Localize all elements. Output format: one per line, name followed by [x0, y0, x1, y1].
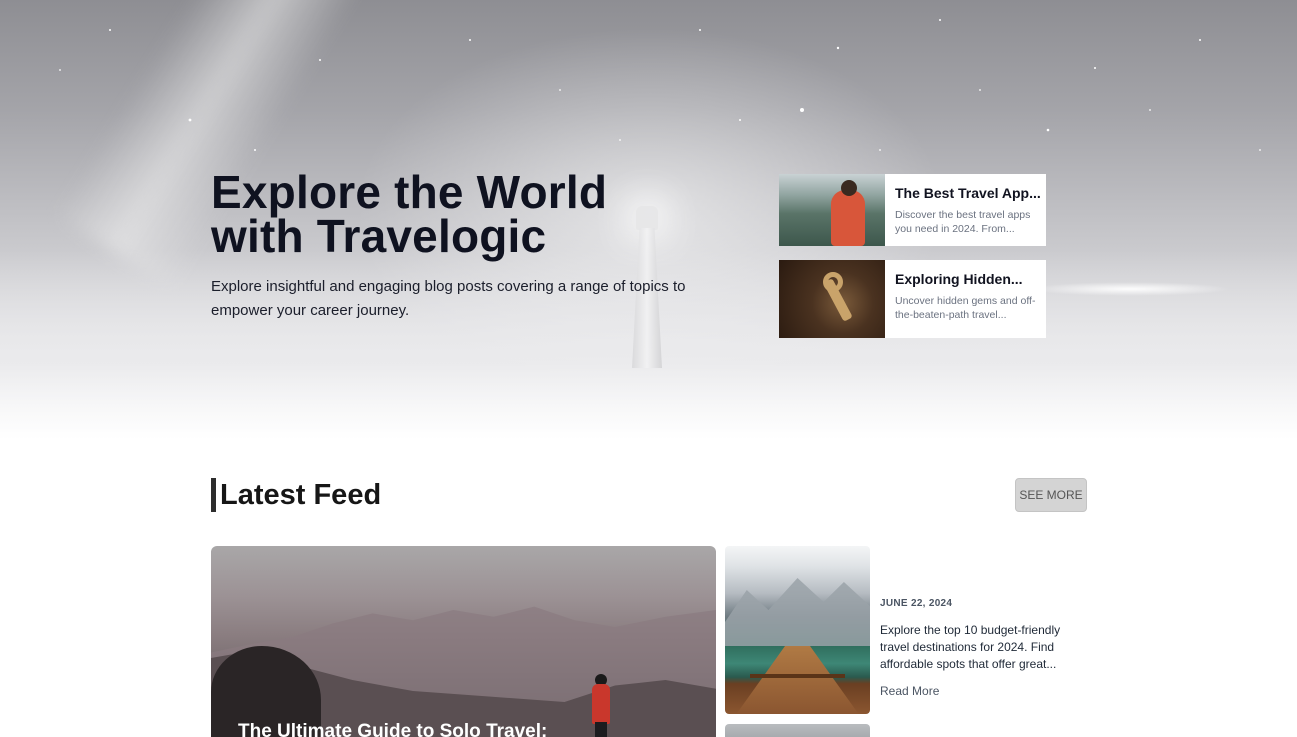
- hero-card-title: The Best Travel App...: [895, 185, 1041, 201]
- hero-article-card-hidden-gems[interactable]: Exploring Hidden... Uncover hidden gems …: [779, 260, 1046, 338]
- read-more-link[interactable]: Read More: [880, 684, 939, 698]
- traveler-jacket-image: [592, 684, 610, 724]
- city-lights-background: [1030, 282, 1230, 296]
- hero-subtitle: Explore insightful and engaging blog pos…: [211, 278, 686, 319]
- hero-title-line-2: with Travelogic: [211, 210, 547, 262]
- featured-post-card[interactable]: [211, 546, 716, 737]
- latest-feed-heading: Latest Feed: [211, 478, 381, 512]
- see-more-button[interactable]: SEE MORE: [1015, 478, 1087, 512]
- lake-boat-post-image[interactable]: [725, 546, 870, 714]
- hero-card-title: Exploring Hidden...: [895, 271, 1023, 287]
- hero-title-line-1: Explore the World: [211, 166, 608, 218]
- next-post-image[interactable]: [725, 724, 870, 737]
- page: Explore the World with Travelogic Explor…: [0, 0, 1297, 737]
- post-excerpt: Explore the top 10 budget-friendly trave…: [880, 623, 1061, 671]
- hero-title: Explore the World with Travelogic: [211, 166, 691, 262]
- post-date: JUNE 22, 2024: [880, 598, 953, 609]
- hero-section: Explore the World with Travelogic Explor…: [0, 0, 1297, 440]
- featured-post-title[interactable]: The Ultimate Guide to Solo Travel:: [238, 721, 678, 737]
- vintage-keys-thumbnail: [779, 260, 885, 338]
- hero-article-card-travel-apps[interactable]: The Best Travel App... Discover the best…: [779, 174, 1046, 246]
- hiker-lake-thumbnail: [779, 174, 885, 246]
- hero-card-description: Discover the best travel apps you need i…: [895, 209, 1031, 235]
- hero-card-description: Uncover hidden gems and off-the-beaten-p…: [895, 295, 1036, 321]
